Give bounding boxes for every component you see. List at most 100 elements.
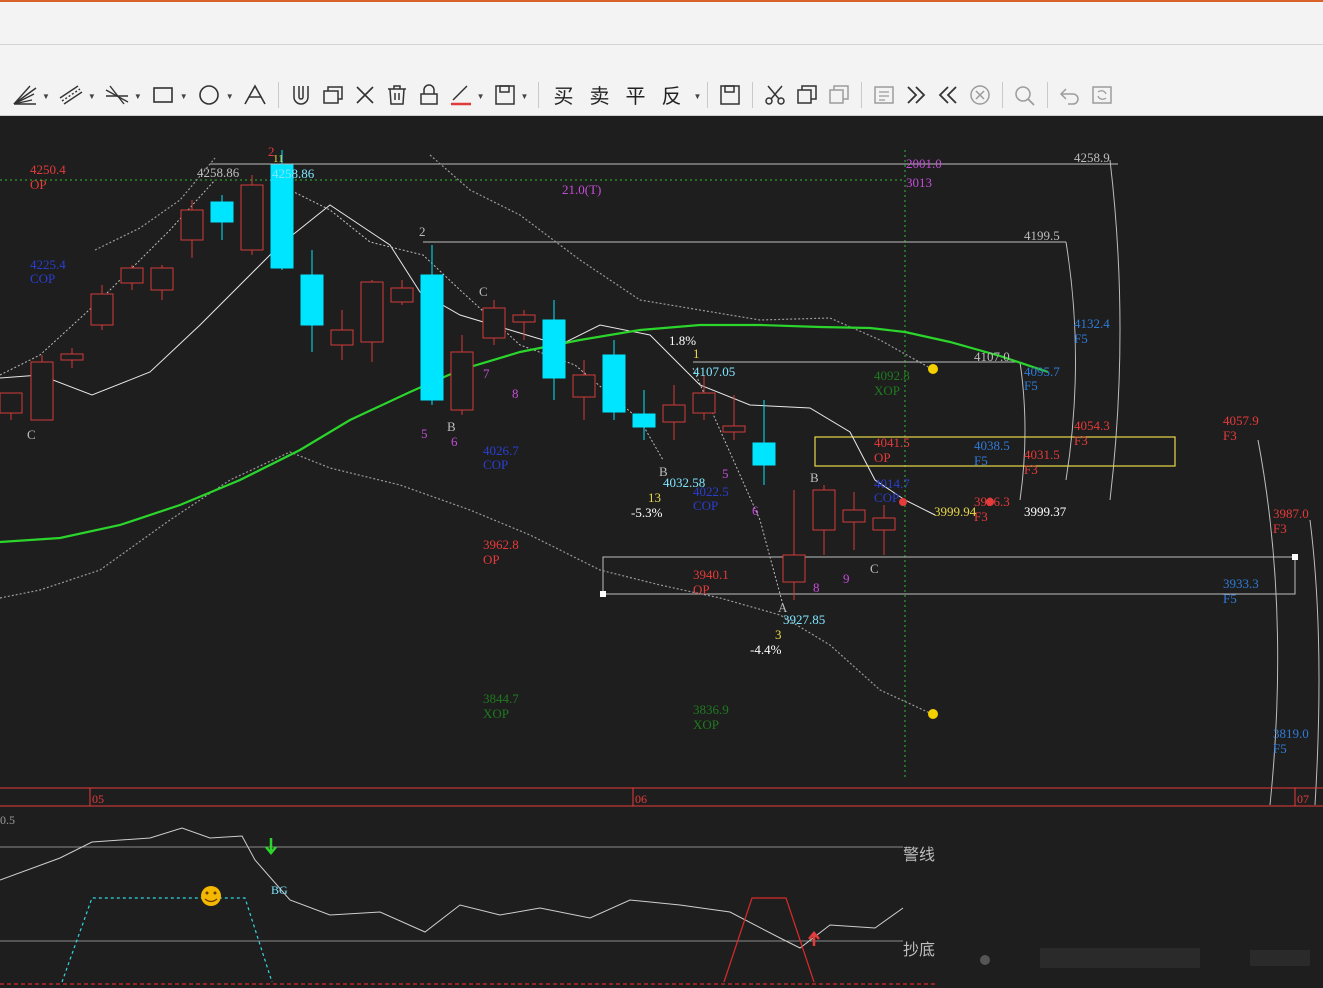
delete-object-button[interactable]	[349, 78, 381, 112]
copy-icon	[797, 84, 818, 104]
price-label-4057: 4057.9	[1223, 413, 1259, 428]
box-handle[interactable]	[600, 591, 606, 597]
candle-body[interactable]	[300, 274, 324, 326]
cross-lines-tool-button[interactable]: ▼	[100, 78, 146, 112]
parallel-lines-tool-button[interactable]: ▼	[54, 78, 100, 112]
paste-button[interactable]	[823, 78, 855, 112]
price-label-3927: 3927.85	[783, 612, 825, 627]
cut-button[interactable]	[759, 78, 791, 112]
candle-body[interactable]	[210, 201, 234, 223]
candle-body[interactable]	[240, 184, 264, 251]
cross-lines-tool-icon	[105, 85, 129, 104]
price-label-4092: 4092.8	[874, 368, 910, 383]
candle-body[interactable]	[872, 517, 896, 531]
pct-label-5-3: -5.3%	[631, 505, 663, 520]
candle-body[interactable]	[390, 287, 414, 303]
layout-button[interactable]	[868, 78, 900, 112]
price-label-4225: 4225.4	[30, 257, 66, 272]
chevron-down-icon: ▼	[225, 92, 234, 101]
candle-body[interactable]	[120, 267, 144, 284]
count-label-3013: 3013	[906, 175, 932, 190]
text-tool-button[interactable]	[238, 78, 272, 112]
candle-body[interactable]	[722, 425, 746, 433]
price-label-3999-37: 3999.37	[1024, 504, 1067, 519]
candle-body[interactable]	[542, 319, 566, 379]
candle-body[interactable]	[812, 489, 836, 531]
scroll-left-button[interactable]	[932, 78, 964, 112]
candle-body[interactable]	[0, 392, 23, 414]
xop-label: XOP	[874, 383, 900, 398]
close-position-button[interactable]: 平	[617, 80, 653, 109]
candle-body[interactable]	[360, 281, 384, 343]
fan-lines-tool-button[interactable]: ▼	[8, 78, 54, 112]
cancel-button[interactable]	[964, 78, 996, 112]
sell-button[interactable]: 卖	[581, 80, 617, 109]
magnet-icon	[292, 85, 309, 105]
reverse-button[interactable]: 反	[653, 80, 689, 109]
price-label-4022: 4022.5	[693, 484, 729, 499]
f3-label: F3	[1074, 433, 1088, 448]
rectangle-tool-button[interactable]: ▼	[146, 78, 192, 112]
undo-button[interactable]	[1054, 78, 1086, 112]
candle-body[interactable]	[30, 361, 54, 421]
cop-label: COP	[30, 271, 55, 286]
copy-object-button[interactable]	[317, 78, 349, 112]
price-label-3933: 3933.3	[1223, 576, 1259, 591]
price-label-3940: 3940.1	[693, 567, 729, 582]
buy-button[interactable]: 买	[545, 80, 581, 109]
magnet-tool-button[interactable]	[285, 78, 317, 112]
xop-label: XOP	[483, 706, 509, 721]
kline-chart[interactable]: 4250.4 OP 4225.4 COP 4258.86 4258.86 21.…	[0, 117, 1323, 988]
f5-label: F5	[1273, 741, 1287, 756]
price-label-4031: 4031.5	[1024, 447, 1060, 462]
ellipse-tool-button[interactable]: ▼	[192, 78, 238, 112]
count-mark: 11	[273, 153, 284, 165]
candle-body[interactable]	[632, 413, 656, 428]
delete-all-button[interactable]	[381, 78, 413, 112]
count-mark: 6	[451, 434, 458, 449]
candle-body[interactable]	[450, 351, 474, 411]
candle-body[interactable]	[180, 209, 204, 241]
price-label-4258-left: 4258.86	[197, 165, 240, 180]
zoom-button[interactable]	[1009, 78, 1041, 112]
wave-mark: C	[479, 284, 488, 299]
candle-body[interactable]	[692, 392, 716, 414]
f3-label: F3	[1223, 428, 1237, 443]
candle-body[interactable]	[572, 374, 596, 398]
wave-mark: A	[778, 600, 788, 615]
scroll-right-button[interactable]	[900, 78, 932, 112]
count-mark: 9	[843, 571, 850, 586]
wave-mark: B	[659, 464, 668, 479]
line-color-button[interactable]: ▼	[445, 78, 489, 112]
candle-body[interactable]	[752, 442, 776, 466]
bottom-line-label: 抄底	[903, 941, 935, 959]
lock-button[interactable]	[413, 78, 445, 112]
wave-mark: B	[810, 470, 819, 485]
f5-label: F5	[974, 453, 988, 468]
lock-icon	[419, 83, 438, 105]
candle-body[interactable]	[150, 267, 174, 291]
candle-body[interactable]	[602, 354, 626, 413]
candle-body[interactable]	[512, 314, 536, 323]
candle-body[interactable]	[482, 307, 506, 339]
box-handle[interactable]	[1292, 554, 1298, 560]
copy-button[interactable]	[791, 78, 823, 112]
refresh-button[interactable]	[1086, 78, 1118, 112]
candle-body[interactable]	[90, 293, 114, 326]
chevron-down-icon[interactable]: ▼	[693, 92, 701, 101]
op-label: OP	[30, 177, 47, 192]
f3-label: F3	[1024, 462, 1038, 477]
trash-icon	[387, 84, 406, 105]
save-template-button[interactable]: ▼	[489, 78, 533, 112]
candle-body[interactable]	[60, 353, 84, 361]
save-icon	[720, 84, 741, 105]
drawing-toolbar: ▼ ▼ ▼ ▼ ▼ ▼ ▼ 买 卖 平 反 ▼	[0, 74, 1323, 116]
candle-body[interactable]	[330, 329, 354, 346]
save-button[interactable]	[714, 78, 746, 112]
warning-line-label: 警线	[903, 846, 935, 864]
candle-body[interactable]	[662, 404, 686, 423]
candle-body[interactable]	[420, 274, 444, 401]
candle-body[interactable]	[782, 554, 806, 583]
candle-body[interactable]	[842, 509, 866, 523]
scissors-icon	[765, 85, 786, 105]
